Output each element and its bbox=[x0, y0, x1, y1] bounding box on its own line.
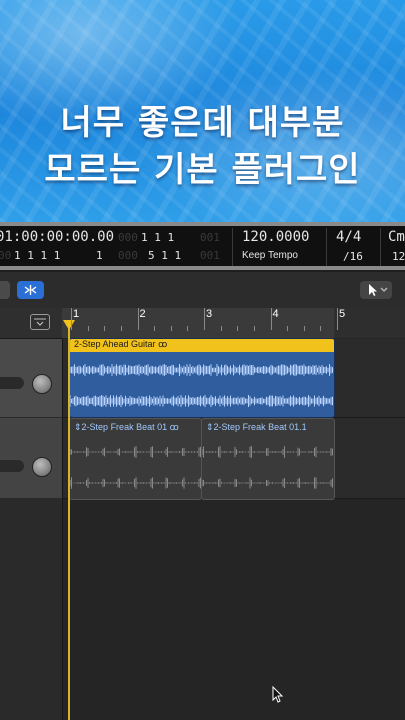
banner-title-line-1: 너무 좋은데 대부분 bbox=[60, 103, 345, 143]
audio-region-guitar[interactable]: 2-Step Ahead Guitar ꝏ bbox=[69, 338, 335, 418]
lcd-locator-left-ticks: 1 bbox=[96, 249, 103, 262]
loop-icon: ꝏ bbox=[158, 339, 168, 349]
lcd-tempo-mode[interactable]: Keep Tempo bbox=[242, 250, 298, 261]
pan-knob[interactable] bbox=[32, 374, 52, 394]
lcd-time-signature[interactable]: 4/4 bbox=[336, 229, 361, 245]
ruler-bar-number: 3 bbox=[206, 308, 213, 320]
arrange-control-bar bbox=[0, 272, 405, 309]
loop-arrows-icon: ⇕ bbox=[206, 422, 214, 432]
ruler-beat-tick bbox=[187, 326, 189, 331]
track-header-beat[interactable] bbox=[0, 418, 62, 498]
lcd-key[interactable]: Cm bbox=[388, 229, 405, 245]
ruler-beat-tick bbox=[237, 326, 239, 331]
ruler-beat-tick bbox=[120, 326, 122, 331]
track-toolbar-button[interactable] bbox=[0, 281, 10, 299]
playhead-handle[interactable] bbox=[63, 320, 75, 330]
lcd-locator-left: 1 1 1 1 bbox=[14, 249, 61, 262]
ruler-bar-tick bbox=[71, 308, 72, 330]
ruler-bar-number: 1 bbox=[73, 308, 80, 320]
lcd-division[interactable]: /16 bbox=[343, 250, 363, 263]
snap-icon bbox=[17, 285, 44, 303]
ruler-beat-tick bbox=[220, 326, 222, 331]
lcd-separator bbox=[380, 228, 381, 266]
waveform bbox=[70, 364, 333, 407]
audio-region-beat-2[interactable]: ⇕2-Step Freak Beat 01.1 bbox=[201, 418, 335, 500]
lcd-key-bottom[interactable]: 12 bbox=[392, 250, 405, 263]
lcd-time-display: 01:00:00:00.00 bbox=[0, 229, 115, 245]
pan-knob[interactable] bbox=[32, 457, 52, 477]
ruler-bar-number: 5 bbox=[339, 308, 346, 320]
track-header-guitar[interactable] bbox=[0, 339, 62, 417]
lcd-position-dim-bottom-left: 00 bbox=[0, 249, 12, 262]
lcd-locator-right-dim: 000 bbox=[118, 249, 138, 262]
waveform bbox=[202, 446, 333, 489]
banner-title-line-2: 모르는 기본 플러그인 bbox=[44, 150, 361, 190]
region-name: ⇕2-Step Freak Beat 01.1 bbox=[206, 422, 307, 432]
lcd-separator bbox=[326, 228, 327, 266]
playhead[interactable] bbox=[68, 326, 70, 720]
ruler-bar-number: 2 bbox=[139, 308, 146, 320]
ruler-beat-tick bbox=[170, 326, 172, 331]
lcd-position-top: 1 1 1 bbox=[141, 231, 175, 244]
volume-slider[interactable] bbox=[0, 460, 24, 472]
region-name: ⇕2-Step Freak Beat 01 ꝏ bbox=[74, 422, 179, 432]
lcd-locator-right: 5 1 1 bbox=[148, 249, 182, 262]
ruler-beat-tick bbox=[154, 326, 156, 331]
title-banner: 너무 좋은데 대부분 모르는 기본 플러그인 bbox=[0, 0, 405, 222]
volume-slider[interactable] bbox=[0, 377, 24, 389]
lcd-tempo[interactable]: 120.0000 bbox=[242, 229, 309, 245]
ruler-bar-tick bbox=[337, 308, 338, 330]
loop-arrows-icon: ⇕ bbox=[74, 422, 82, 432]
lcd-locator-right-ticks: 001 bbox=[200, 249, 220, 262]
audio-region-beat-1[interactable]: ⇕2-Step Freak Beat 01 ꝏ bbox=[69, 418, 202, 500]
loop-icon: ꝏ bbox=[169, 422, 179, 432]
snap-button[interactable] bbox=[17, 281, 44, 299]
mouse-cursor-icon bbox=[272, 685, 284, 709]
ruler-bar-tick bbox=[204, 308, 205, 330]
region-name: 2-Step Ahead Guitar ꝏ bbox=[74, 339, 168, 349]
ruler-beat-tick bbox=[87, 326, 89, 331]
lcd-position-dim-top: 000 bbox=[118, 231, 138, 244]
ruler-beat-tick bbox=[104, 326, 106, 331]
ruler-beat-tick bbox=[303, 326, 305, 331]
waveform bbox=[70, 446, 201, 489]
ruler-bar-number: 4 bbox=[272, 308, 279, 320]
ruler-beat-tick bbox=[253, 326, 255, 331]
ruler-bar-tick bbox=[270, 308, 272, 330]
pointer-tool-menu[interactable] bbox=[360, 281, 392, 299]
ruler-beat-tick bbox=[320, 326, 322, 331]
ruler-bar-tick bbox=[137, 308, 139, 330]
ruler-beat-tick bbox=[287, 326, 289, 331]
lcd-position-top-ticks: 001 bbox=[200, 231, 220, 244]
region-toggle-button[interactable] bbox=[30, 314, 50, 330]
lcd-separator bbox=[232, 228, 233, 266]
